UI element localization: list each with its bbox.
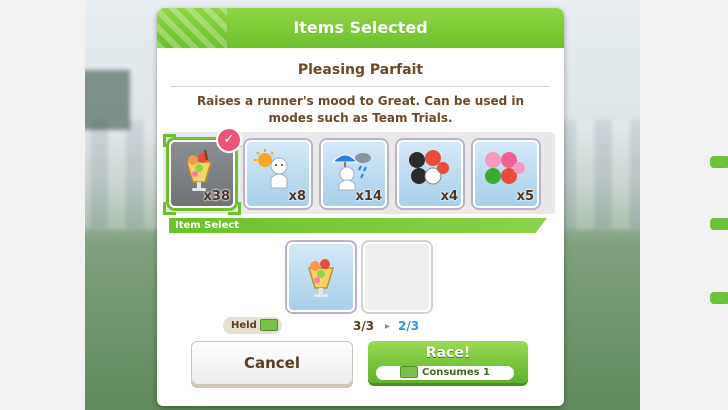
background-tag [710,292,728,304]
item-count: x14 [355,189,382,204]
right-letterbox [640,0,728,410]
item-select-label: Item Select [175,220,240,231]
dialog-title: Items Selected [293,18,428,37]
rainy-weather-icon [331,153,371,191]
item-card-sunny[interactable]: x8 [245,140,311,208]
item-slot-1[interactable] [287,242,355,312]
item-count: x38 [203,189,230,204]
sunny-weather-icon [254,149,288,189]
held-count: 3/3 [353,319,375,333]
dialog-header: Items Selected [157,8,564,48]
item-count: x4 [440,189,458,204]
background-tag [710,156,728,168]
cancel-button[interactable]: Cancel [191,341,353,385]
selection-corner [228,202,241,215]
ticket-icon [259,319,278,331]
held-indicator: Held [223,317,282,334]
arrow-right-icon: ▸ [385,321,391,332]
held-label: Held [231,320,257,331]
item-card-rainy[interactable]: x14 [321,140,387,208]
race-label: Race! [425,345,471,361]
items-selected-dialog: Items Selected Pleasing Parfait Raises a… [157,8,564,406]
ticket-icon [400,366,418,378]
after-count: 2/3 [398,319,420,333]
selection-corner [163,202,176,215]
billiard-balls-icon [409,150,449,185]
item-slot-2[interactable] [363,242,431,312]
left-letterbox [0,0,85,410]
parfait-icon [307,259,335,297]
item-description: Raises a runner's mood to Great. Can be … [196,94,525,125]
item-count: x8 [288,189,306,204]
item-name: Pleasing Parfait [297,62,424,78]
consumes-indicator: Consumes 1 [376,366,514,380]
item-count: x5 [516,189,534,204]
item-inventory-strip: x38 ✓ x8 x14 x4 x5 [163,127,555,215]
race-button[interactable]: Race! Consumes 1 [368,341,528,383]
parfait-icon [185,149,213,191]
background-tag [710,218,728,230]
divider [171,86,550,87]
pink-billiard-balls-icon [485,152,525,184]
consumes-label: Consumes 1 [422,367,490,378]
item-card-billiard[interactable]: x4 [397,140,463,208]
selection-corner [163,134,176,147]
selected-check-icon: ✓ [216,127,242,153]
item-select-section-bar: Item Select [169,218,547,233]
item-card-pink-billiard[interactable]: x5 [473,140,539,208]
